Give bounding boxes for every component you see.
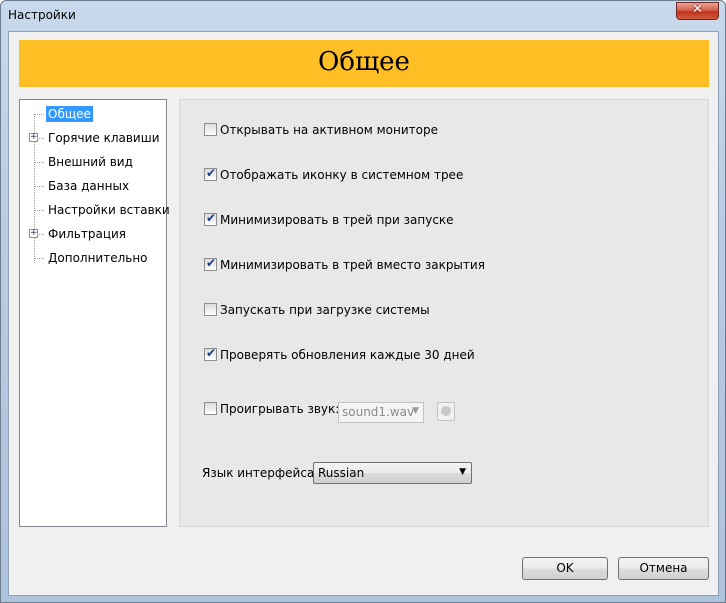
sound-select[interactable]: sound1.wav ▼ xyxy=(338,402,424,423)
option-label: Отображать иконку в системном трее xyxy=(220,168,464,182)
checkmark-icon: ✔ xyxy=(206,256,217,270)
checkbox[interactable]: ✔ xyxy=(204,346,217,361)
tree-item-label: Горячие клавиши xyxy=(48,131,160,145)
tree-connector xyxy=(34,258,44,259)
checkbox[interactable]: ✔ xyxy=(204,166,217,181)
settings-panel: Открывать на активном мониторе ✔ Отображат… xyxy=(179,99,709,527)
play-sound-button[interactable] xyxy=(437,402,455,421)
expand-icon[interactable]: + xyxy=(29,229,38,238)
checkmark-icon: ✔ xyxy=(206,346,217,360)
close-button[interactable]: ✕ xyxy=(676,2,719,20)
cancel-button[interactable]: Отмена xyxy=(618,557,709,580)
language-select-value: Russian xyxy=(318,466,365,480)
option-label: Открывать на активном мониторе xyxy=(220,123,438,137)
settings-window: Настройки ✕ Общее Общее + Горячие клавиши В… xyxy=(0,0,726,603)
sound-select-value: sound1.wav xyxy=(342,405,415,419)
tree-item-label: Внешний вид xyxy=(48,155,133,169)
section-header: Общее xyxy=(19,40,709,87)
language-select[interactable]: Russian ▼ xyxy=(313,462,472,484)
tree-item-label: Общее xyxy=(46,106,93,122)
checkmark-icon: ✔ xyxy=(206,166,217,180)
settings-tree: Общее + Горячие клавиши Внешний вид База дан… xyxy=(19,99,170,527)
checkbox[interactable] xyxy=(204,303,217,316)
checkbox[interactable] xyxy=(204,402,217,415)
chevron-down-icon: ▼ xyxy=(459,467,466,477)
dialog-client-area: Общее Общее + Горячие клавиши Внешний вид Ба… xyxy=(8,31,719,596)
checkbox[interactable] xyxy=(204,123,217,136)
window-title: Настройки xyxy=(8,8,76,22)
language-label: Язык интерфейса xyxy=(202,466,315,480)
checkmark-icon: ✔ xyxy=(206,211,217,225)
option-label: Запускать при загрузке системы xyxy=(220,303,430,317)
tree-connector xyxy=(34,186,44,187)
close-icon: ✕ xyxy=(692,2,703,17)
tree-connector xyxy=(34,114,44,115)
title-bar[interactable]: Настройки ✕ xyxy=(1,1,725,31)
tree-connector xyxy=(34,210,44,211)
tree-connector xyxy=(34,162,44,163)
checkbox[interactable]: ✔ xyxy=(204,256,217,271)
chevron-down-icon: ▼ xyxy=(412,406,419,416)
checkbox[interactable]: ✔ xyxy=(204,211,217,226)
option-label: Проверять обновления каждые 30 дней xyxy=(220,348,475,362)
tree-item-label: База данных xyxy=(48,179,130,193)
expand-icon[interactable]: + xyxy=(29,133,38,142)
option-label: Минимизировать в трей при запуске xyxy=(220,213,454,227)
tree-item-label: Настройки вставки xyxy=(48,203,170,217)
tree-item-label: Фильтрация xyxy=(48,227,127,241)
option-label: Проигрывать звук: xyxy=(220,402,340,416)
option-label: Минимизировать в трей вместо закрытия xyxy=(220,258,485,272)
tree-item-label: Дополнительно xyxy=(48,251,148,265)
section-title: Общее xyxy=(318,47,410,77)
ok-button[interactable]: OK xyxy=(522,557,608,580)
play-icon xyxy=(441,406,451,416)
